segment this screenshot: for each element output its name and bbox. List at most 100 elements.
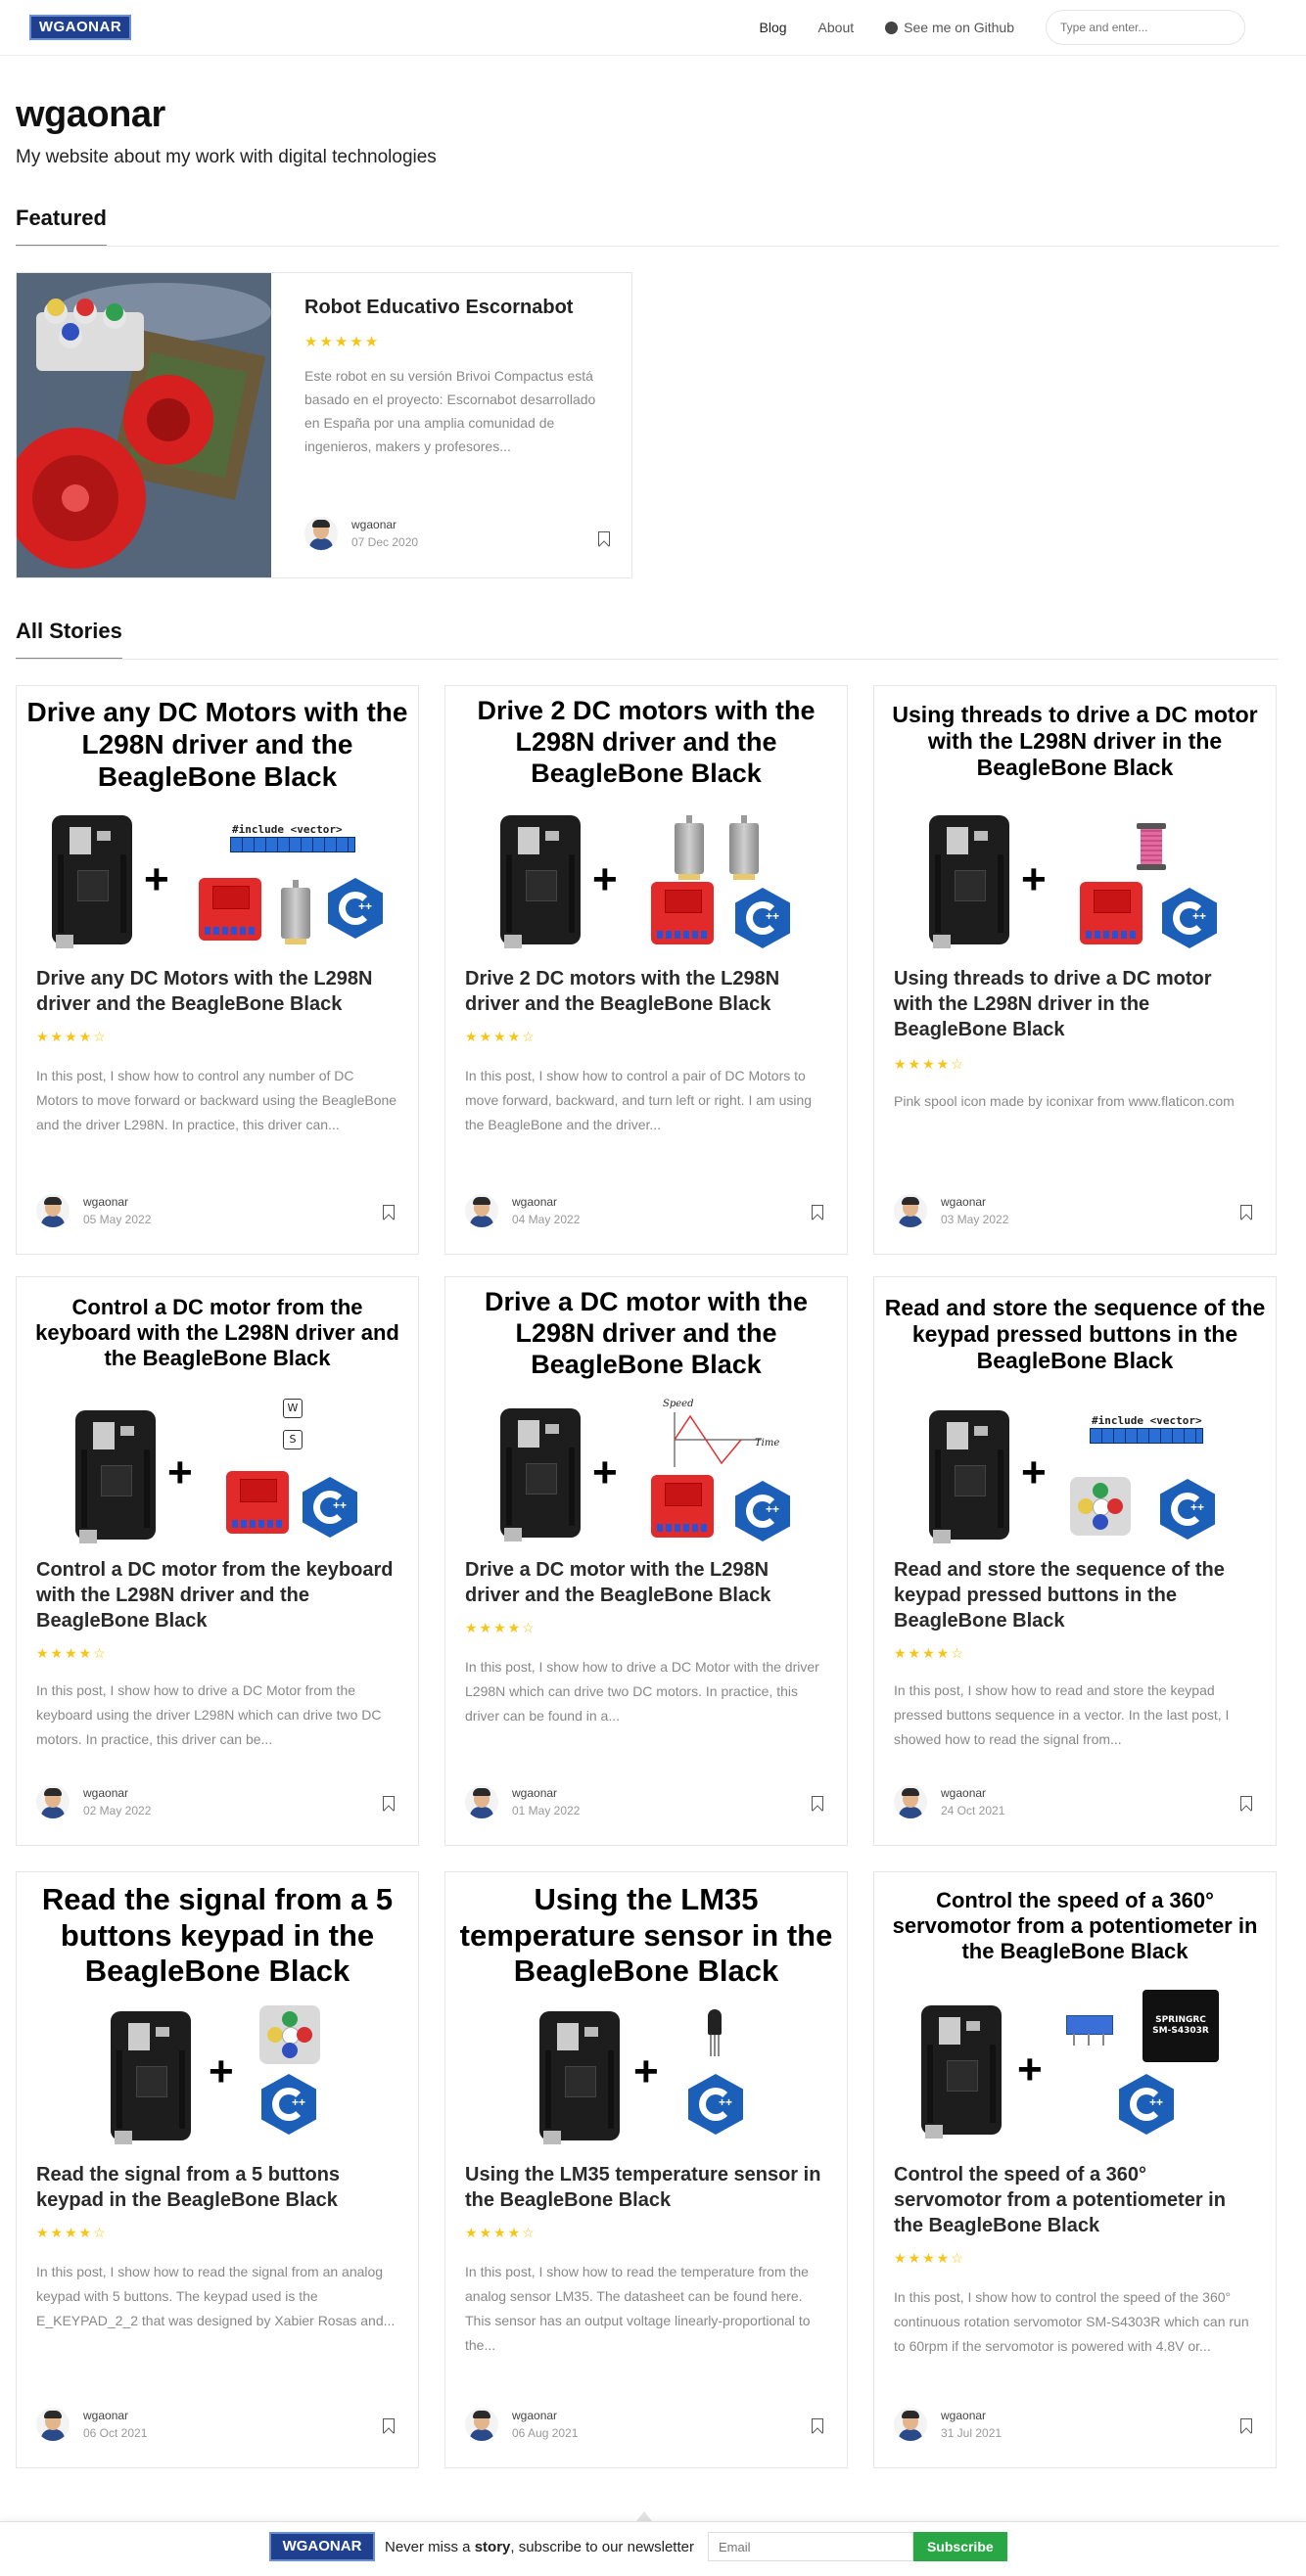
nav-github-link[interactable]: See me on Github	[885, 20, 1014, 35]
story-meta: wgaonar 06 Oct 2021	[36, 2407, 147, 2442]
author-name[interactable]: wgaonar	[512, 1784, 580, 1802]
bookmark-icon[interactable]	[598, 531, 610, 546]
cpp-logo-icon: ++	[328, 878, 383, 939]
cpp-logo-icon: ++	[735, 888, 790, 948]
bookmark-icon[interactable]	[383, 2418, 395, 2433]
story-thumbnail[interactable]: Drive a DC motor with the L298N driver a…	[445, 1277, 847, 1553]
story-card[interactable]: Drive 2 DC motors with the L298N driver …	[444, 685, 848, 1255]
newsletter-text: Never miss a story, subscribe to our new…	[385, 2538, 694, 2555]
story-card[interactable]: Control the speed of a 360° servomotor f…	[873, 1871, 1277, 2468]
author-avatar[interactable]	[465, 1785, 498, 1818]
story-excerpt: In this post, I show how to read and sto…	[894, 1682, 1230, 1747]
author-avatar[interactable]	[894, 1194, 927, 1227]
story-title[interactable]: Read and store the sequence of the keypa…	[894, 1557, 1256, 1633]
author-name[interactable]: wgaonar	[83, 2407, 147, 2424]
author-avatar[interactable]	[36, 2408, 70, 2441]
rating-stars: ★★★★☆	[36, 1645, 108, 1661]
bookmark-icon[interactable]	[383, 1796, 395, 1811]
author-name[interactable]: wgaonar	[512, 1193, 580, 1211]
post-date: 05 May 2022	[83, 1213, 152, 1226]
author-name[interactable]: wgaonar	[83, 1784, 151, 1802]
site-logo[interactable]: WGAONAR	[29, 15, 131, 40]
story-thumbnail[interactable]: Using the LM35 temperature sensor in the…	[445, 1872, 847, 2156]
subscribe-button[interactable]: Subscribe	[912, 2532, 1007, 2561]
featured-card[interactable]: Robot Educativo Escornabot ★★★★★ Este ro…	[16, 272, 632, 578]
featured-title[interactable]: Robot Educativo Escornabot	[304, 297, 608, 319]
story-card[interactable]: Drive a DC motor with the L298N driver a…	[444, 1276, 848, 1846]
speed-axis-label: Speed	[663, 1399, 694, 1409]
story-title[interactable]: Drive 2 DC motors with the L298N driver …	[465, 966, 827, 1017]
bookmark-icon[interactable]	[1240, 2418, 1252, 2433]
featured-rating-stars: ★★★★★	[304, 334, 381, 350]
story-title[interactable]: Using the LM35 temperature sensor in the…	[465, 2162, 827, 2213]
story-card[interactable]: Read and store the sequence of the keypa…	[873, 1276, 1277, 1846]
story-thumbnail[interactable]: Read the signal from a 5 buttons keypad …	[17, 1872, 418, 2156]
vector-array-graphic	[1090, 1428, 1203, 1444]
nav-blog-link[interactable]: Blog	[760, 20, 787, 35]
featured-section-header: Featured	[16, 206, 1279, 247]
author-avatar[interactable]	[465, 2408, 498, 2441]
top-navbar: WGAONAR Blog About See me on Github	[0, 0, 1306, 56]
post-date: 07 Dec 2020	[351, 535, 419, 549]
author-name[interactable]: wgaonar	[83, 1193, 151, 1211]
beaglebone-image	[111, 2011, 191, 2144]
story-card[interactable]: Using threads to drive a DC motor with t…	[873, 685, 1277, 1255]
search-input[interactable]	[1046, 10, 1245, 45]
nav-about-link[interactable]: About	[818, 20, 855, 35]
story-meta: wgaonar 04 May 2022	[465, 1193, 580, 1228]
story-title[interactable]: Read the signal from a 5 buttons keypad …	[36, 2162, 398, 2213]
story-thumbnail[interactable]: Control the speed of a 360° servomotor f…	[874, 1872, 1276, 2156]
story-title[interactable]: Drive a DC motor with the L298N driver a…	[465, 1557, 827, 1608]
bookmark-icon[interactable]	[1240, 1796, 1252, 1811]
story-thumbnail[interactable]: Control a DC motor from the keyboard wit…	[17, 1277, 418, 1553]
beaglebone-image	[929, 1410, 1009, 1543]
author-avatar[interactable]	[894, 1785, 927, 1818]
author-avatar[interactable]	[36, 1194, 70, 1227]
newsletter-email-input[interactable]	[707, 2532, 913, 2561]
story-thumbnail[interactable]: Read and store the sequence of the keypa…	[874, 1277, 1276, 1553]
stories-heading: All Stories	[16, 619, 122, 659]
bookmark-icon[interactable]	[812, 1796, 823, 1811]
post-date: 04 May 2022	[512, 1213, 581, 1226]
author-avatar[interactable]	[894, 2408, 927, 2441]
author-avatar[interactable]	[465, 1194, 498, 1227]
featured-image[interactable]	[17, 273, 271, 577]
author-avatar[interactable]	[304, 517, 338, 550]
story-card[interactable]: Using the LM35 temperature sensor in the…	[444, 1871, 848, 2468]
story-excerpt: In this post, I show how to drive a DC M…	[36, 1682, 382, 1747]
story-title[interactable]: Drive any DC Motors with the L298N drive…	[36, 966, 398, 1017]
story-excerpt: In this post, I show how to control any …	[36, 1068, 397, 1132]
author-name[interactable]: wgaonar	[512, 2407, 578, 2424]
thumbnail-title: Using threads to drive a DC motor with t…	[892, 702, 1258, 781]
rating-stars: ★★★★☆	[894, 1645, 965, 1661]
story-thumbnail[interactable]: Drive 2 DC motors with the L298N driver …	[445, 686, 847, 962]
story-title[interactable]: Control the speed of a 360° servomotor f…	[894, 2162, 1256, 2238]
story-card[interactable]: Read the signal from a 5 buttons keypad …	[16, 1871, 419, 2468]
story-title[interactable]: Using threads to drive a DC motor with t…	[894, 966, 1256, 1042]
author-name[interactable]: wgaonar	[941, 1784, 1004, 1802]
author-name[interactable]: wgaonar	[351, 516, 418, 533]
story-card[interactable]: Drive any DC Motors with the L298N drive…	[16, 685, 419, 1255]
lm35-sensor-image	[708, 2009, 722, 2056]
bookmark-icon[interactable]	[812, 1205, 823, 1219]
story-title[interactable]: Control a DC motor from the keyboard wit…	[36, 1557, 398, 1633]
story-thumbnail[interactable]: Drive any DC Motors with the L298N drive…	[17, 686, 418, 962]
rating-stars: ★★★★☆	[465, 1029, 536, 1044]
cpp-logo-icon: ++	[1162, 888, 1217, 948]
site-description: My website about my work with digital te…	[16, 147, 437, 167]
plus-sign: +	[167, 1449, 193, 1496]
bookmark-icon[interactable]	[812, 2418, 823, 2433]
story-thumbnail[interactable]: Using threads to drive a DC motor with t…	[874, 686, 1276, 962]
story-card[interactable]: Control a DC motor from the keyboard wit…	[16, 1276, 419, 1846]
author-name[interactable]: wgaonar	[941, 2407, 1002, 2424]
author-name[interactable]: wgaonar	[941, 1193, 1008, 1211]
rating-stars: ★★★★☆	[465, 2225, 536, 2240]
keypad-image	[259, 2005, 320, 2064]
bookmark-icon[interactable]	[1240, 1205, 1252, 1219]
story-excerpt: In this post, I show how to read the tem…	[465, 2264, 811, 2353]
bookmark-icon[interactable]	[383, 1205, 395, 1219]
plus-sign: +	[144, 855, 169, 903]
author-avatar[interactable]	[36, 1785, 70, 1818]
scroll-up-arrow-icon[interactable]	[636, 2511, 652, 2521]
cpp-logo-icon: ++	[1160, 1479, 1215, 1540]
